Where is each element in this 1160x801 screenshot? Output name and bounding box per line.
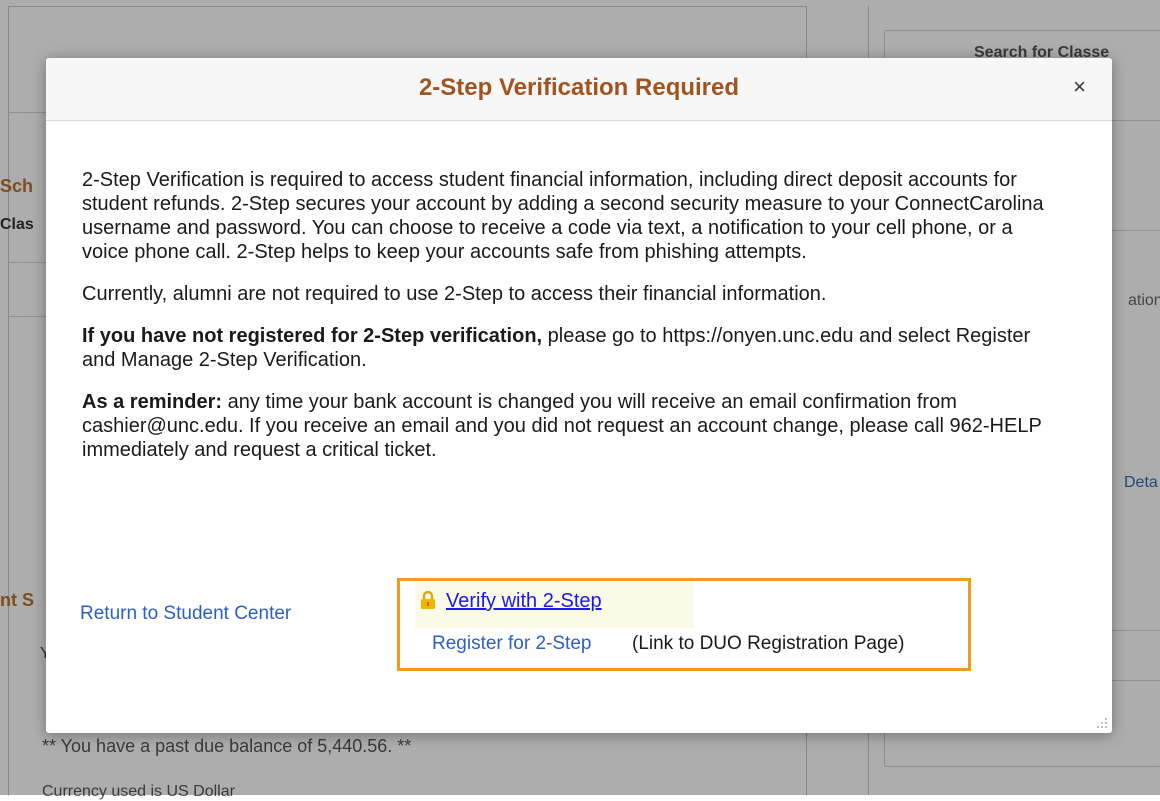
verification-modal: 2-Step Verification Required × 2-Step Ve… bbox=[46, 58, 1112, 733]
reminder-paragraph: As a reminder: any time your bank accoun… bbox=[82, 390, 1057, 462]
reminder-text: any time your bank account is changed yo… bbox=[82, 391, 1042, 461]
close-button[interactable]: × bbox=[1073, 74, 1086, 100]
resize-grip-icon[interactable] bbox=[1094, 715, 1108, 729]
verify-with-2-step-link[interactable]: Verify with 2-Step bbox=[446, 590, 602, 613]
modal-title: 2-Step Verification Required bbox=[418, 74, 740, 101]
return-to-student-center-link[interactable]: Return to Student Center bbox=[80, 603, 291, 625]
info-paragraph: 2-Step Verification is required to acces… bbox=[82, 169, 1044, 263]
modal-body: 2-Step Verification is required to acces… bbox=[82, 168, 1057, 480]
duo-registration-note: (Link to DUO Registration Page) bbox=[632, 633, 905, 654]
registration-emphasis: If you have not registered for 2-Step ve… bbox=[82, 325, 543, 347]
modal-header: 2-Step Verification Required × bbox=[46, 58, 1112, 121]
registration-paragraph: If you have not registered for 2-Step ve… bbox=[82, 324, 1057, 372]
reminder-emphasis: As a reminder: bbox=[82, 391, 223, 413]
lock-icon bbox=[421, 591, 435, 609]
register-for-2-step-link[interactable]: Register for 2-Step bbox=[432, 633, 591, 655]
alumni-paragraph: Currently, alumni are not required to us… bbox=[82, 283, 827, 305]
